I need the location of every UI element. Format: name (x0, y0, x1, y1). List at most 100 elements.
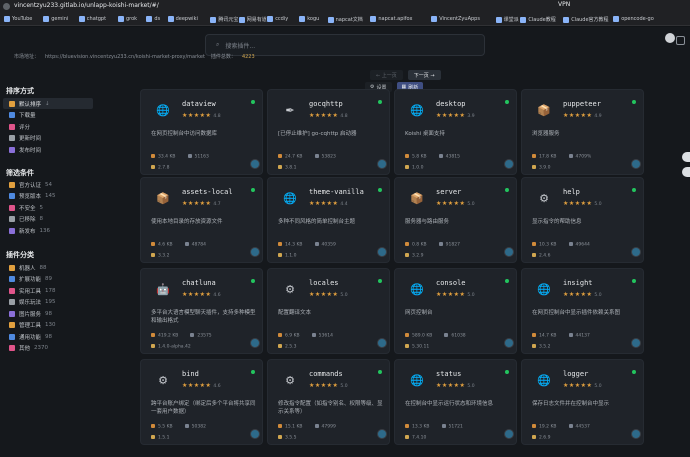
bookmark-item[interactable]: 网易有道 (238, 16, 267, 23)
plugin-name[interactable]: chatluna (182, 279, 216, 287)
plugin-card[interactable]: 🌐 desktop ★★★★★ 3.9 Koishi 桌面支持 5.8 KB 43815 1.… (394, 89, 517, 175)
author-avatar[interactable] (250, 247, 260, 257)
sidebar-item[interactable]: 机器人 88 (3, 262, 93, 273)
github-icon[interactable] (665, 33, 675, 43)
plugin-card[interactable]: ⚙ help ★★★★★ 5.0 显示指令的帮助信息 10.3 KB 49644 2.4.6 (521, 177, 644, 263)
plugin-name[interactable]: locales (309, 279, 339, 287)
plugin-name[interactable]: desktop (436, 100, 466, 108)
plugin-card[interactable]: 🌐 logger ★★★★★ 5.0 保存日志文件并在控制台中显示 19.2 KB 4453… (521, 359, 644, 445)
author-avatar[interactable] (250, 159, 260, 169)
plugin-card[interactable]: 🌐 dataview ★★★★★ 4.8 在网页控制台中访问数据库 33.4 KB 5116… (140, 89, 263, 175)
sidebar-toggle-icon[interactable] (676, 36, 685, 45)
bookmark-item[interactable]: gemini (43, 16, 68, 22)
plugin-name[interactable]: status (436, 370, 461, 378)
sidebar-item[interactable]: 评分 (3, 121, 93, 132)
plugin-card[interactable]: 🌐 status ★★★★★ 5.0 在控制台中显示运行状态和环境信息 13.3 KB 51… (394, 359, 517, 445)
bookmark-item[interactable]: napcat文档 (327, 16, 363, 23)
bookmark-item[interactable]: deepwiki (167, 16, 198, 22)
site-info-icon[interactable] (3, 3, 10, 10)
prev-page-button[interactable]: ← 上一页 (370, 70, 403, 80)
plugin-card[interactable]: ✒ gocqhttp ★★★★★ 4.8 [已停止维护] go-cqhttp 启动器 24… (267, 89, 390, 175)
bookmark-item[interactable]: Claude官方教程 (563, 16, 609, 23)
url-text[interactable]: vincentzyu233.gitlab.io/unlapp-koishi-ma… (14, 2, 159, 9)
plugin-card[interactable]: ⚙ commands ★★★★★ 5.0 修改指令配置（如指令别名、权限等级、显示关系等… (267, 359, 390, 445)
plugin-name[interactable]: console (436, 279, 466, 287)
bookmark-item[interactable]: VincentZyuApps (431, 16, 480, 22)
plugin-card[interactable]: 📦 assets-local ★★★★★ 4.7 使用本地目录的存放资源文件 4.6 KB… (140, 177, 263, 263)
sidebar-item[interactable]: 图片服务 98 (3, 308, 93, 319)
author-avatar[interactable] (631, 429, 641, 439)
sidebar-item[interactable]: 发布时间 (3, 144, 93, 155)
plugin-name[interactable]: insight (563, 279, 593, 287)
search-input[interactable]: 搜索插件... (225, 41, 255, 50)
plugin-name[interactable]: gocqhttp (309, 100, 343, 108)
bookmark-item[interactable]: napcat.apifox (370, 16, 412, 22)
author-avatar[interactable] (377, 429, 387, 439)
plugin-downloads-value: 47999 (321, 424, 336, 430)
bookmark-item[interactable]: 腾讯元宝 (210, 16, 238, 23)
sidebar-item[interactable]: 管理工具 130 (3, 320, 93, 331)
bookmark-item[interactable]: 课堂派 (495, 16, 519, 23)
sidebar-item[interactable]: 其他 2370 (3, 343, 93, 354)
plugin-size: 0.8 KB (405, 242, 427, 248)
sidebar-item[interactable]: 预览版本 145 (3, 191, 93, 202)
sidebar-item[interactable]: 更新时间 (3, 133, 93, 144)
bookmark-item[interactable]: YouTube (4, 16, 32, 22)
plugin-meta: 10.3 KB 49644 (532, 242, 590, 248)
author-avatar[interactable] (504, 429, 514, 439)
plugin-name[interactable]: help (563, 188, 580, 196)
author-avatar[interactable] (504, 247, 514, 257)
plugin-card[interactable]: 📦 server ★★★★★ 5.0 服务器与路由服务 0.8 KB 91827 3.2.9 (394, 177, 517, 263)
plugin-card[interactable]: 📦 puppeteer ★★★★★ 4.9 浏览器服务 17.8 KB 4709% 3.9.0 (521, 89, 644, 175)
plugin-card[interactable]: 🌐 insight ★★★★★ 5.0 在网页控制台中显示插件依赖关系图 14.7 KB 4… (521, 268, 644, 354)
sidebar-item[interactable]: 娱乐玩法 195 (3, 297, 93, 308)
plugin-name[interactable]: puppeteer (563, 100, 601, 108)
author-avatar[interactable] (377, 159, 387, 169)
plugin-name[interactable]: bind (182, 370, 199, 378)
sidebar-item[interactable]: 下载量 (3, 110, 93, 121)
author-avatar[interactable] (377, 338, 387, 348)
plugin-icon: ⚙ (285, 373, 295, 387)
vpn-button[interactable]: VPN (558, 1, 570, 8)
bookmark-item[interactable]: ccdiy (267, 16, 288, 22)
plugin-name[interactable]: assets-local (182, 188, 233, 196)
float-button-top[interactable] (682, 152, 690, 162)
plugin-card[interactable]: 🤖 chatluna ★★★★★ 4.6 多平台大语言模型聊天插件，支持多种模型和输出格… (140, 268, 263, 354)
author-avatar[interactable] (631, 159, 641, 169)
bookmark-item[interactable]: kogu (299, 16, 319, 22)
author-avatar[interactable] (631, 338, 641, 348)
float-button-bottom[interactable] (682, 167, 690, 177)
author-avatar[interactable] (631, 247, 641, 257)
bookmark-item[interactable]: opencode-go (613, 16, 654, 22)
plugin-card[interactable]: 🌐 theme-vanilla ★★★★★ 4.4 多种不同风格的简单控制台主题 14.3… (267, 177, 390, 263)
plugin-card[interactable]: 🌐 console ★★★★★ 5.0 网页控制台 589.0 KB 61038 5.30.1… (394, 268, 517, 354)
sidebar-item[interactable]: 默认排序 ↓ (3, 98, 93, 109)
bookmark-item[interactable]: Claude教程 (520, 16, 556, 23)
bookmark-item[interactable]: ds (146, 16, 160, 22)
plugin-name[interactable]: logger (563, 370, 588, 378)
plugin-card[interactable]: ⚙ bind ★★★★★ 4.6 跨平台账户绑定（绑定后多个平台将共享同一套用户数据） 5… (140, 359, 263, 445)
author-avatar[interactable] (377, 247, 387, 257)
sidebar-item[interactable]: 官方认证 54 (3, 179, 93, 190)
bookmark-item[interactable]: grok (118, 16, 137, 22)
plugin-card[interactable]: ⚙ locales ★★★★★ 5.0 配置翻译文本 6.9 KB 53614 2.5.3 (267, 268, 390, 354)
sidebar-item[interactable]: 实用工具 178 (3, 285, 93, 296)
plugin-name[interactable]: commands (309, 370, 343, 378)
download-icon (190, 333, 195, 337)
sidebar-item[interactable]: 通用功能 98 (3, 331, 93, 342)
sidebar-item[interactable]: 新发布 136 (3, 225, 93, 236)
author-avatar[interactable] (250, 338, 260, 348)
author-avatar[interactable] (504, 159, 514, 169)
plugin-version: 7.4.10 (405, 435, 426, 441)
author-avatar[interactable] (504, 338, 514, 348)
sidebar-item[interactable]: 不安全 5 (3, 202, 93, 213)
plugin-name[interactable]: dataview (182, 100, 216, 108)
sidebar-item[interactable]: 扩展功能 89 (3, 274, 93, 285)
plugin-name[interactable]: server (436, 188, 461, 196)
bookmark-item[interactable]: chatgpt (78, 16, 106, 22)
plugin-name[interactable]: theme-vanilla (309, 188, 364, 196)
next-page-button[interactable]: 下一页 → (407, 70, 441, 80)
sidebar-item[interactable]: 已移除 8 (3, 214, 93, 225)
author-avatar[interactable] (250, 429, 260, 439)
rating-value: 5.0 (467, 293, 475, 298)
